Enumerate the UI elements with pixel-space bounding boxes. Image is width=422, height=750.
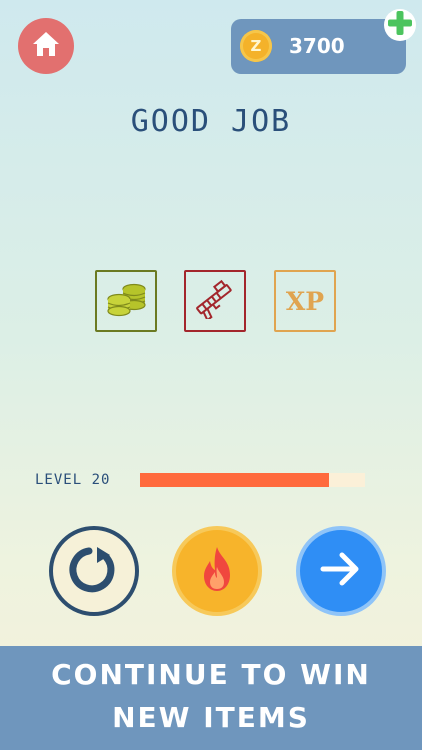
headline: GOOD JOB: [130, 104, 292, 139]
retry-icon: [66, 541, 122, 601]
fire-icon: [196, 545, 238, 597]
level-progress-fill: [140, 473, 329, 487]
retry-button[interactable]: [49, 526, 139, 616]
arrow-right-icon: [318, 549, 364, 593]
level-label: LEVEL 20: [35, 472, 111, 488]
coin-stack-icon: [104, 279, 148, 323]
coin-symbol: Z: [250, 37, 262, 55]
level-progress-bar: [140, 473, 365, 487]
plus-icon: [387, 10, 413, 40]
xp-label: XP: [285, 286, 325, 316]
home-button[interactable]: [18, 18, 74, 74]
banner-line-1: CONTINUE TO WIN: [51, 658, 371, 691]
coin-balance-panel: Z 3700: [231, 19, 406, 74]
boost-button[interactable]: [172, 526, 262, 616]
next-button[interactable]: [296, 526, 386, 616]
continue-banner[interactable]: CONTINUE TO WIN NEW ITEMS: [0, 646, 422, 750]
coin-icon: Z: [240, 30, 272, 62]
reward-weapon: [184, 270, 246, 332]
reward-xp: XP: [274, 270, 336, 332]
home-icon: [31, 30, 61, 62]
reward-coins: [95, 270, 157, 332]
banner-line-2: NEW ITEMS: [112, 701, 310, 734]
weapon-icon: [192, 279, 238, 323]
coin-amount: 3700: [289, 34, 345, 58]
add-coins-button[interactable]: [384, 9, 416, 41]
